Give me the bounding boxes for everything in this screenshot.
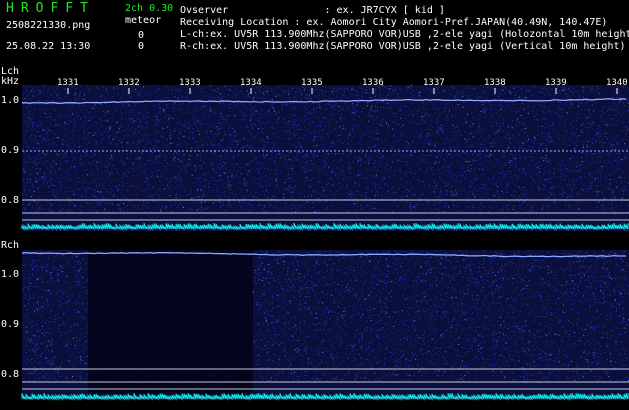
time-label-1340: 1340 xyxy=(606,78,628,88)
rch-tick-1.0: 1.0 xyxy=(1,269,20,280)
rch-dropout-region xyxy=(88,250,253,395)
lch-tick-0.8: 0.8 xyxy=(1,195,20,206)
time-label-1331: 1331 xyxy=(57,78,79,88)
rch-title: Rch xyxy=(1,240,20,251)
lch-tick-0.9: 0.9 xyxy=(1,145,20,156)
lch-tick-1.0: 1.0 xyxy=(1,95,20,106)
lch-unit: kHz xyxy=(1,76,20,87)
time-label-1339: 1339 xyxy=(545,78,567,88)
time-label-1334: 1334 xyxy=(240,78,262,88)
time-label-1337: 1337 xyxy=(423,78,445,88)
rch-tick-0.9: 0.9 xyxy=(1,319,20,330)
rch-tick-0.8: 0.8 xyxy=(1,369,20,380)
time-label-1336: 1336 xyxy=(362,78,384,88)
time-label-1335: 1335 xyxy=(301,78,323,88)
time-label-1333: 1333 xyxy=(179,78,201,88)
spectrogram-display xyxy=(21,85,629,401)
lch-waterfall xyxy=(21,85,629,231)
time-label-1338: 1338 xyxy=(484,78,506,88)
time-label-1332: 1332 xyxy=(118,78,140,88)
rch-waterfall xyxy=(21,250,629,401)
